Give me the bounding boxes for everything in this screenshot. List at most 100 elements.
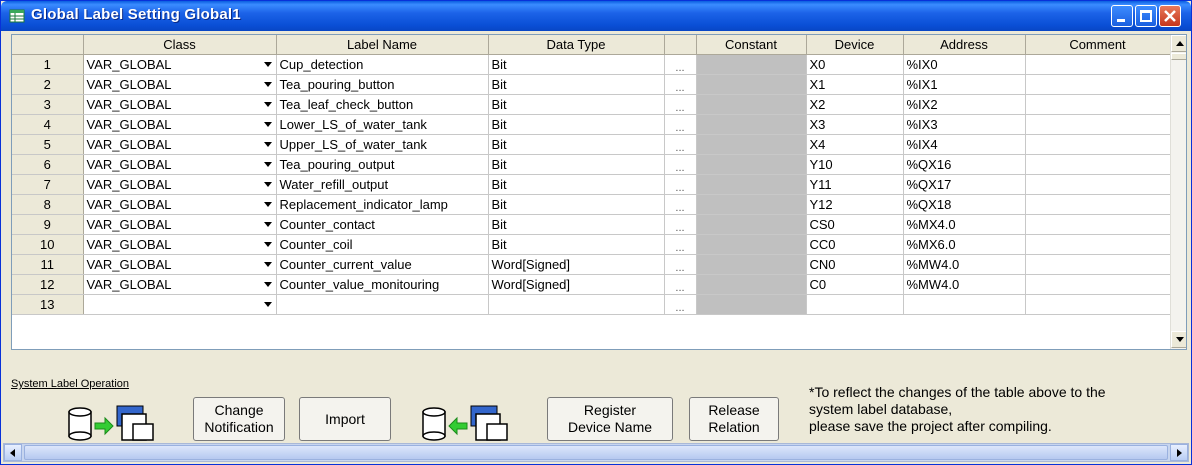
constant-column-header[interactable]: Constant	[696, 35, 807, 55]
row-number[interactable]: 1	[12, 54, 84, 75]
table-row[interactable]: 9 VAR_GLOBAL Counter_contact Bit... CS0 %MX4.…	[12, 214, 1171, 235]
device-cell[interactable]: Y11	[806, 174, 904, 195]
class-column-header[interactable]: Class	[83, 35, 277, 55]
label-name-cell[interactable]: Upper_LS_of_water_tank	[276, 134, 489, 155]
maximize-button[interactable]	[1135, 5, 1157, 27]
device-cell[interactable]: X4	[806, 134, 904, 155]
label-name-cell[interactable]: Counter_value_monitouring	[276, 274, 489, 295]
comment-cell[interactable]	[1025, 94, 1171, 115]
minimize-button[interactable]	[1111, 5, 1133, 27]
label-name-cell[interactable]: Counter_coil	[276, 234, 489, 255]
dropdown-arrow-icon[interactable]	[263, 241, 272, 247]
class-dropdown[interactable]: VAR_GLOBAL	[83, 254, 277, 275]
dropdown-arrow-icon[interactable]	[263, 281, 272, 287]
dropdown-arrow-icon[interactable]	[263, 141, 272, 147]
bottom-scroll-right-button[interactable]	[1170, 444, 1188, 461]
data-type-cell[interactable]: Bit	[488, 114, 665, 135]
row-number[interactable]: 10	[12, 234, 84, 255]
class-dropdown[interactable]: VAR_GLOBAL	[83, 154, 277, 175]
scroll-up-button[interactable]	[1171, 35, 1186, 52]
data-type-cell[interactable]: Bit	[488, 74, 665, 95]
row-number[interactable]: 9	[12, 214, 84, 235]
comment-cell[interactable]	[1025, 234, 1171, 255]
comment-cell[interactable]	[1025, 54, 1171, 75]
class-dropdown[interactable]: VAR_GLOBAL	[83, 274, 277, 295]
label-name-cell[interactable]: Cup_detection	[276, 54, 489, 75]
row-number[interactable]: 13	[12, 294, 84, 315]
horizontal-scroll-thumb[interactable]	[30, 349, 492, 350]
address-column-header[interactable]: Address	[903, 35, 1026, 55]
data-type-cell[interactable]: Bit	[488, 154, 665, 175]
data-type-select-button[interactable]: ...	[664, 194, 697, 215]
class-dropdown[interactable]: VAR_GLOBAL	[83, 174, 277, 195]
row-number[interactable]: 5	[12, 134, 84, 155]
label-name-cell[interactable]: Replacement_indicator_lamp	[276, 194, 489, 215]
device-cell[interactable]: C0	[806, 274, 904, 295]
data-type-cell[interactable]: Bit	[488, 234, 665, 255]
data-type-cell[interactable]: Bit	[488, 134, 665, 155]
data-type-cell[interactable]: Bit	[488, 194, 665, 215]
scroll-left-button[interactable]	[12, 349, 29, 350]
bottom-scrollbar[interactable]	[3, 443, 1189, 462]
data-type-cell[interactable]: Word[Signed]	[488, 254, 665, 275]
dropdown-arrow-icon[interactable]	[263, 101, 272, 107]
data-type-select-button[interactable]: ...	[664, 214, 697, 235]
comment-cell[interactable]	[1025, 254, 1171, 275]
scroll-right-button[interactable]	[1152, 349, 1169, 350]
device-cell[interactable]: X0	[806, 54, 904, 75]
table-row[interactable]: 6 VAR_GLOBAL Tea_pouring_output Bit... Y10 %Q…	[12, 154, 1171, 175]
data-type-cell[interactable]: Bit	[488, 214, 665, 235]
data-type-select-button[interactable]: ...	[664, 294, 697, 315]
class-dropdown[interactable]: VAR_GLOBAL	[83, 234, 277, 255]
row-number[interactable]: 7	[12, 174, 84, 195]
table-row[interactable]: 4 VAR_GLOBAL Lower_LS_of_water_tank Bit... X…	[12, 114, 1171, 135]
label-name-cell[interactable]: Water_refill_output	[276, 174, 489, 195]
label-name-cell[interactable]: Counter_contact	[276, 214, 489, 235]
label-name-cell[interactable]: Lower_LS_of_water_tank	[276, 114, 489, 135]
device-cell[interactable]: X3	[806, 114, 904, 135]
device-cell[interactable]: CC0	[806, 234, 904, 255]
class-dropdown[interactable]: VAR_GLOBAL	[83, 134, 277, 155]
row-number[interactable]: 4	[12, 114, 84, 135]
release-relation-button[interactable]: Release Relation	[689, 397, 779, 441]
row-number[interactable]: 2	[12, 74, 84, 95]
class-dropdown[interactable]: VAR_GLOBAL	[83, 114, 277, 135]
close-button[interactable]	[1159, 5, 1181, 27]
table-row[interactable]: 8 VAR_GLOBAL Replacement_indicator_lamp Bit…	[12, 194, 1171, 215]
comment-cell[interactable]	[1025, 274, 1171, 295]
data-type-column-header[interactable]: Data Type	[488, 35, 665, 55]
device-cell[interactable]: Y12	[806, 194, 904, 215]
data-type-select-button[interactable]: ...	[664, 114, 697, 135]
dropdown-arrow-icon[interactable]	[263, 61, 272, 67]
scroll-down-button[interactable]	[1171, 331, 1186, 348]
data-type-select-button[interactable]: ...	[664, 94, 697, 115]
class-dropdown[interactable]: VAR_GLOBAL	[83, 214, 277, 235]
table-row[interactable]: 10 VAR_GLOBAL Counter_coil Bit... CC0 %MX6.0	[12, 234, 1171, 255]
data-type-cell[interactable]: Bit	[488, 54, 665, 75]
label-name-cell[interactable]: Tea_pouring_button	[276, 74, 489, 95]
device-cell[interactable]: X2	[806, 94, 904, 115]
title-bar[interactable]: Global Label Setting Global1	[1, 1, 1191, 31]
comment-cell[interactable]	[1025, 174, 1171, 195]
table-row[interactable]: 5 VAR_GLOBAL Upper_LS_of_water_tank Bit... X…	[12, 134, 1171, 155]
dropdown-arrow-icon[interactable]	[263, 201, 272, 207]
class-dropdown[interactable]: VAR_GLOBAL	[83, 194, 277, 215]
data-type-cell[interactable]: Bit	[488, 94, 665, 115]
vertical-scroll-thumb[interactable]	[1171, 53, 1186, 60]
data-type-select-button[interactable]: ...	[664, 274, 697, 295]
label-name-cell[interactable]: Tea_pouring_output	[276, 154, 489, 175]
bottom-scroll-thumb[interactable]	[24, 445, 1168, 460]
label-grid[interactable]: Class Label Name Data Type Constant Devi…	[11, 34, 1187, 350]
dropdown-arrow-icon[interactable]	[263, 161, 272, 167]
comment-cell[interactable]	[1025, 294, 1171, 315]
bottom-scroll-left-button[interactable]	[4, 444, 22, 461]
device-cell[interactable]: CS0	[806, 214, 904, 235]
data-type-select-button[interactable]: ...	[664, 54, 697, 75]
comment-cell[interactable]	[1025, 194, 1171, 215]
table-row[interactable]: 12 VAR_GLOBAL Counter_value_monitouring Wor…	[12, 274, 1171, 295]
device-cell[interactable]: Y10	[806, 154, 904, 175]
comment-cell[interactable]	[1025, 134, 1171, 155]
class-dropdown[interactable]	[83, 294, 277, 315]
row-number[interactable]: 6	[12, 154, 84, 175]
row-number[interactable]: 8	[12, 194, 84, 215]
